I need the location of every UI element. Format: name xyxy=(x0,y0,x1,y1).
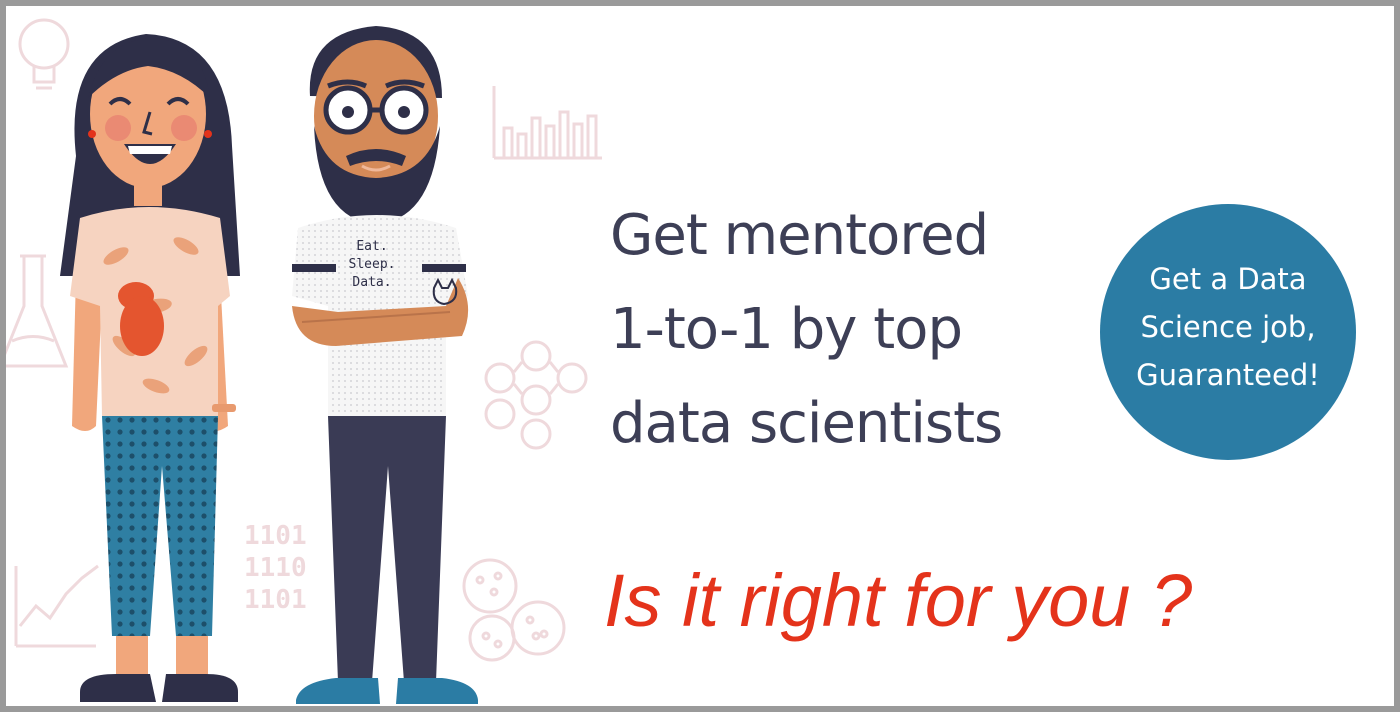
shirt-slogan: Eat. Sleep. Data. xyxy=(332,238,412,292)
headline-line-2: 1-to-1 by top xyxy=(610,297,963,362)
network-icon xyxy=(484,340,588,450)
badge-line-2: Science job, xyxy=(1140,310,1316,344)
headline-line-1: Get mentored xyxy=(610,203,989,268)
headline: Get mentored 1-to-1 by top data scientis… xyxy=(610,189,1003,471)
headline-line-3: data scientists xyxy=(610,391,1003,456)
badge-line-1: Get a Data xyxy=(1149,262,1307,296)
badge-line-3: Guaranteed! xyxy=(1136,358,1320,392)
ad-banner[interactable]: 1101 1110 1101 Eat. Sleep. Data. Get men… xyxy=(6,6,1394,706)
shirt-line-1: Eat. xyxy=(356,239,388,254)
job-guarantee-badge[interactable]: Get a Data Science job, Guaranteed! xyxy=(1100,204,1356,460)
cta-question[interactable]: Is it right for you ? xyxy=(604,551,1192,651)
mentors-illustration xyxy=(60,26,478,704)
woman-figure xyxy=(60,34,240,702)
shirt-line-2: Sleep. xyxy=(348,257,396,272)
man-figure xyxy=(292,26,478,704)
shirt-line-3: Data. xyxy=(352,275,392,290)
bar-chart-icon xyxy=(492,86,602,160)
